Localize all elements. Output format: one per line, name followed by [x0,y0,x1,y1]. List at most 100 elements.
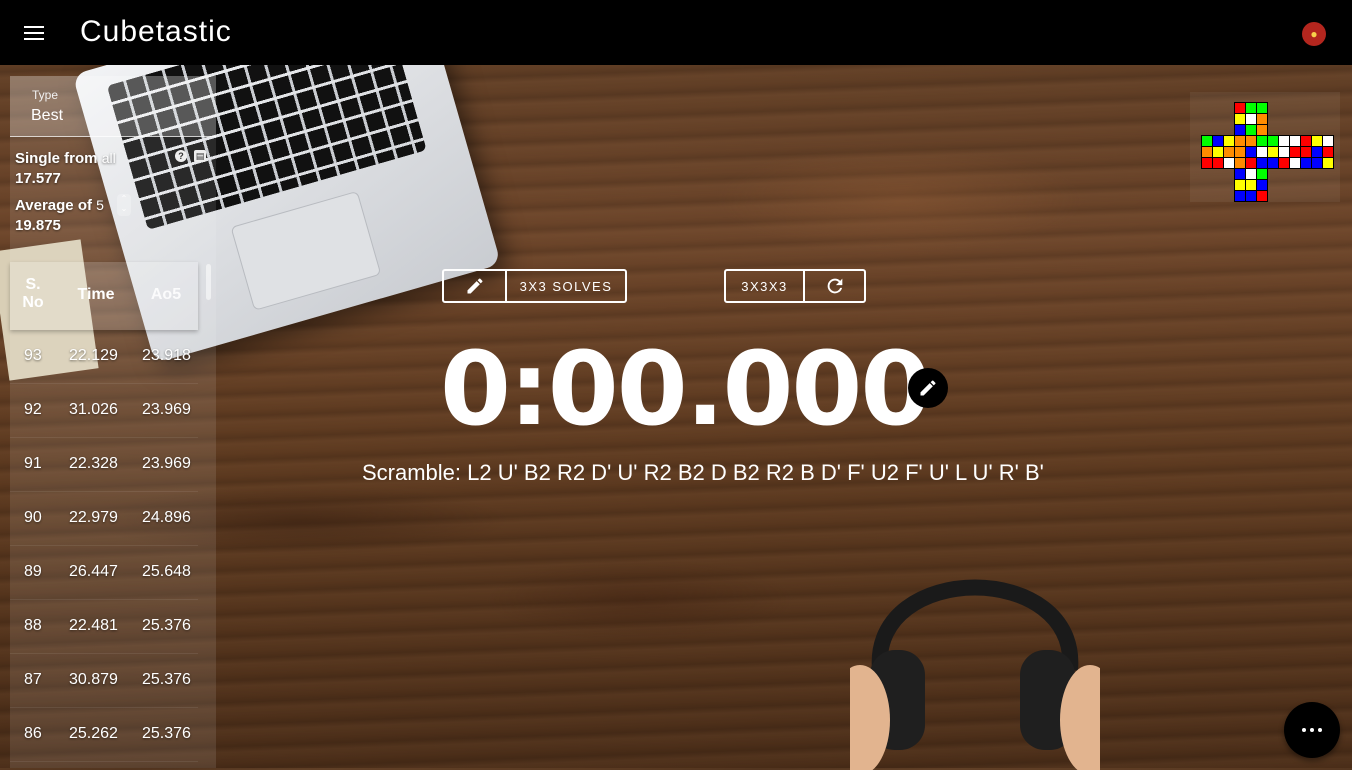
cube-face-right [1267,135,1301,169]
column-header-ao5[interactable]: Ao5 [138,286,194,304]
cube-sticker [1257,169,1267,179]
table-row[interactable]: 90 22.979 24.896 [10,492,198,546]
puzzle-type-button[interactable]: 3X3X3 [726,271,803,301]
pencil-icon [467,278,483,294]
table-row[interactable]: 93 22.129 23.918 [10,330,198,384]
cube-sticker [1246,114,1256,124]
cube-sticker [1257,180,1267,190]
cube-sticker [1301,158,1311,168]
cube-sticker [1301,136,1311,146]
cell-ao5: 24.896 [142,509,191,526]
cell-ao5: 25.376 [142,671,191,688]
average-value: 19.875 [15,217,61,234]
puzzle-button-group: 3X3X3 [724,269,866,303]
cube-sticker [1224,136,1234,146]
cube-sticker [1323,158,1333,168]
cube-sticker [1323,136,1333,146]
session-name-button[interactable]: 3X3 SOLVES [505,271,625,301]
cell-sno: 86 [24,725,42,742]
chart-icon[interactable]: ▤ [194,150,206,162]
cube-face-down [1234,168,1268,202]
cube-face-left [1201,135,1235,169]
column-header-sno[interactable]: S. No [16,276,50,312]
cube-sticker [1235,136,1245,146]
cell-time: 22.979 [69,509,118,526]
cell-ao5: 23.969 [142,455,191,472]
cube-sticker [1290,147,1300,157]
cube-sticker [1290,136,1300,146]
solves-table-body: 93 22.129 23.918 92 31.026 23.969 91 22.… [10,330,198,762]
cube-sticker [1323,147,1333,157]
more-horizontal-icon [1302,728,1306,732]
average-n-value[interactable]: 5 [96,197,104,213]
cube-sticker [1246,180,1256,190]
cell-time: 25.262 [69,725,118,742]
cube-sticker [1235,103,1245,113]
cube-net-preview [1190,92,1340,202]
average-label: Average of [15,197,92,214]
menu-icon[interactable] [24,22,48,44]
cube-sticker [1257,125,1267,135]
single-scope[interactable]: all [102,150,116,166]
more-options-button[interactable] [1284,702,1340,758]
cell-sno: 89 [24,563,42,580]
cube-sticker [1246,158,1256,168]
pencil-icon [920,380,936,396]
edit-session-button[interactable] [444,271,505,301]
cube-sticker [1257,114,1267,124]
cube-sticker [1235,147,1245,157]
stats-panel: Type Best Single from all ? ▤ 17.577 Ave… [10,76,216,768]
cube-sticker [1246,136,1256,146]
cell-time: 30.879 [69,671,118,688]
cube-sticker [1224,158,1234,168]
cube-sticker [1235,169,1245,179]
cube-face-back [1300,135,1334,169]
single-stat-label: Single from all [15,150,116,167]
cube-sticker [1312,158,1322,168]
session-button-group: 3X3 SOLVES [442,269,627,303]
table-row[interactable]: 86 25.262 25.376 [10,708,198,762]
table-scrollbar[interactable] [206,264,211,300]
cell-sno: 93 [24,347,42,364]
cube-sticker [1213,136,1223,146]
edit-time-button[interactable] [908,368,948,408]
cell-time: 22.328 [69,455,118,472]
table-row[interactable]: 87 30.879 25.376 [10,654,198,708]
cube-sticker [1257,136,1267,146]
column-header-time[interactable]: Time [68,286,124,304]
scramble-text: Scramble: L2 U' B2 R2 D' U' R2 B2 D B2 R… [362,460,1044,485]
timer-display[interactable]: 0:00.000 [440,330,931,450]
cube-sticker [1202,158,1212,168]
cell-ao5: 25.376 [142,725,191,742]
type-select[interactable]: Type Best [10,76,216,137]
cube-face-up [1234,102,1268,136]
table-row[interactable]: 92 31.026 23.969 [10,384,198,438]
cube-sticker [1268,158,1278,168]
cell-ao5: 23.918 [142,347,191,364]
table-row[interactable]: 91 22.328 23.969 [10,438,198,492]
type-label: Type [32,88,59,102]
cube-sticker [1235,158,1245,168]
new-scramble-button[interactable] [803,271,864,301]
average-n-stepper[interactable]: ⌃ ⌄ [117,194,131,216]
headphones-image [850,579,1100,770]
iron-man-avatar-icon[interactable]: ● [1302,22,1326,46]
table-row[interactable]: 89 26.447 25.648 [10,546,198,600]
cube-sticker [1257,191,1267,201]
cube-sticker [1301,147,1311,157]
cube-sticker [1268,147,1278,157]
cube-sticker [1235,180,1245,190]
cube-sticker [1202,136,1212,146]
help-icon[interactable]: ? [175,150,187,162]
cube-sticker [1246,147,1256,157]
cell-sno: 88 [24,617,42,634]
cube-sticker [1268,136,1278,146]
cube-sticker [1290,158,1300,168]
cube-sticker [1257,103,1267,113]
table-row[interactable]: 88 22.481 25.376 [10,600,198,654]
cell-sno: 91 [24,455,42,472]
type-value: Best [31,107,64,124]
cell-ao5: 25.376 [142,617,191,634]
cell-time: 22.481 [69,617,118,634]
cube-sticker [1279,147,1289,157]
